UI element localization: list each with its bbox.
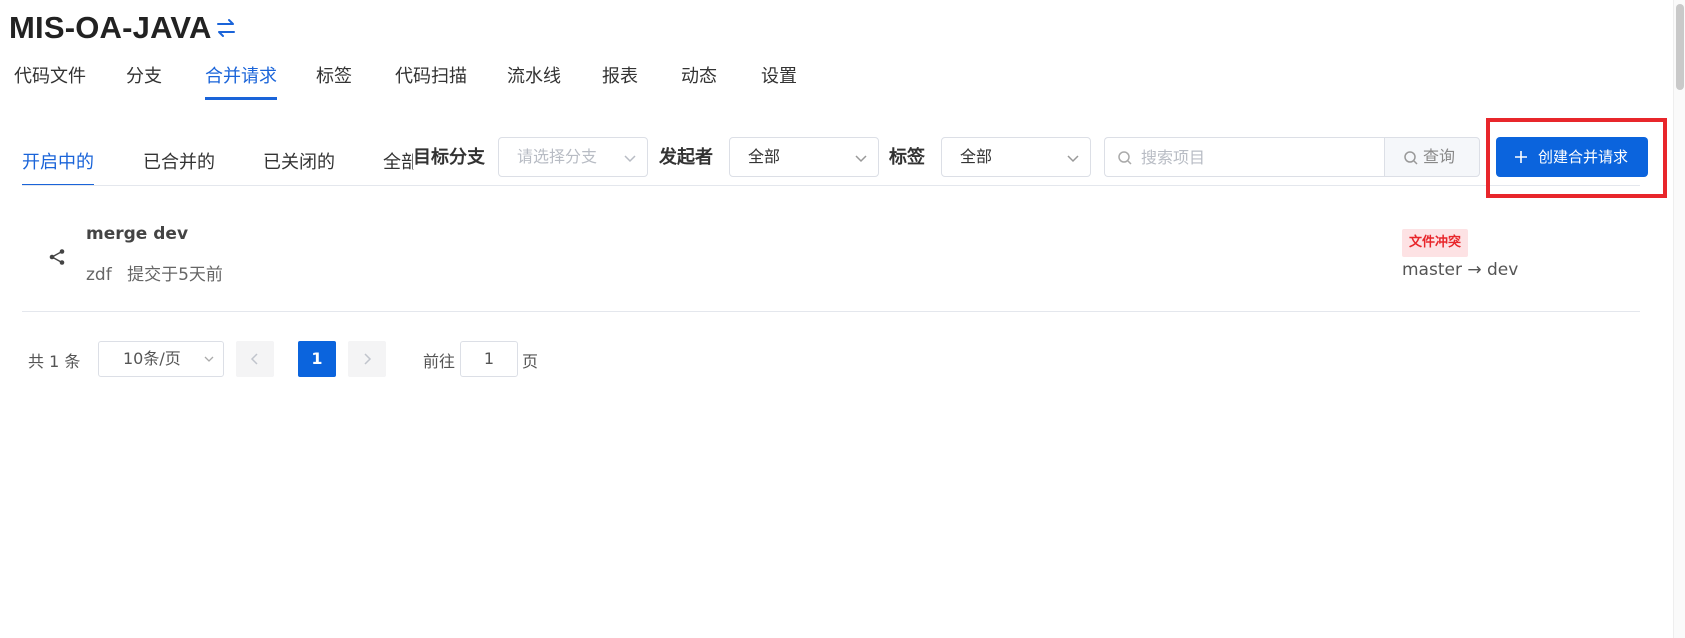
target-branch-select[interactable]: 请选择分支: [498, 137, 648, 177]
initiator-label: 发起者: [659, 143, 713, 169]
nav-item-pipeline[interactable]: 流水线: [507, 62, 561, 100]
merge-request-meta: zdf 提交于5天前: [86, 260, 223, 285]
chevron-down-icon: [624, 155, 636, 163]
nav-item-settings[interactable]: 设置: [761, 62, 797, 100]
nav-item-code-scan[interactable]: 代码扫描: [395, 62, 467, 100]
next-page-button[interactable]: [348, 341, 386, 377]
target-branch-placeholder: 请选择分支: [517, 147, 598, 166]
chevron-down-icon: [204, 356, 214, 362]
tab-closed[interactable]: 已关闭的: [263, 148, 335, 186]
merge-request-title[interactable]: merge dev: [86, 224, 188, 244]
query-button-label: 查询: [1423, 147, 1456, 166]
pagination-total: 共 1 条: [28, 352, 81, 371]
initiator-select[interactable]: 全部: [729, 137, 879, 177]
conflict-badge: 文件冲突: [1402, 229, 1469, 257]
tab-merged[interactable]: 已合并的: [143, 148, 215, 186]
branch-flow: master → dev: [1402, 260, 1518, 280]
prev-page-button[interactable]: [236, 341, 274, 377]
goto-page-input[interactable]: 1: [460, 341, 518, 377]
tabs-divider: [22, 185, 1640, 186]
nav-item-merge-requests[interactable]: 合并请求: [205, 62, 277, 100]
switch-arrows-icon[interactable]: [213, 14, 239, 42]
create-merge-request-button[interactable]: 创建合并请求: [1496, 137, 1648, 177]
chevron-down-icon: [855, 155, 867, 163]
chevron-down-icon: [1067, 155, 1079, 163]
plus-icon: [1515, 151, 1527, 163]
goto-label: 前往: [423, 352, 456, 371]
scroll-thumb[interactable]: [1676, 4, 1684, 90]
page-number-current[interactable]: 1: [298, 341, 336, 377]
merge-request-icon: [49, 249, 65, 265]
page-label: 页: [522, 352, 539, 371]
merge-request-row[interactable]: merge dev zdf 提交于5天前 文件冲突 master → dev: [22, 210, 1640, 312]
merge-request-time: 提交于5天前: [127, 265, 223, 285]
project-search: [1104, 137, 1384, 177]
nav-item-activity[interactable]: 动态: [681, 62, 717, 100]
chevron-right-icon: [364, 353, 372, 365]
nav-item-branches[interactable]: 分支: [126, 62, 162, 100]
tag-label: 标签: [889, 143, 925, 169]
arrow-right-icon: →: [1467, 260, 1482, 280]
target-branch-label: 目标分支: [413, 143, 485, 169]
source-branch: master: [1402, 260, 1462, 280]
tag-select[interactable]: 全部: [941, 137, 1091, 177]
merge-request-author: zdf: [86, 265, 112, 285]
search-icon: [1404, 151, 1418, 165]
search-icon: [1118, 151, 1132, 165]
initiator-value: 全部: [748, 147, 781, 166]
tag-value: 全部: [960, 147, 993, 166]
query-button[interactable]: 查询: [1384, 137, 1480, 177]
nav-item-tags[interactable]: 标签: [316, 62, 352, 100]
scrollbar[interactable]: [1673, 0, 1685, 638]
target-branch: dev: [1487, 260, 1519, 280]
tab-open[interactable]: 开启中的: [22, 148, 94, 186]
chevron-left-icon: [250, 353, 258, 365]
search-input[interactable]: [1141, 138, 1371, 176]
project-title: MIS-OA-JAVA: [9, 10, 212, 45]
nav-item-reports[interactable]: 报表: [602, 62, 638, 100]
nav-item-code-files[interactable]: 代码文件: [14, 62, 86, 100]
create-merge-request-label: 创建合并请求: [1538, 148, 1629, 166]
page-size-value: 10条/页: [123, 349, 181, 368]
page-size-select[interactable]: 10条/页: [98, 341, 224, 377]
